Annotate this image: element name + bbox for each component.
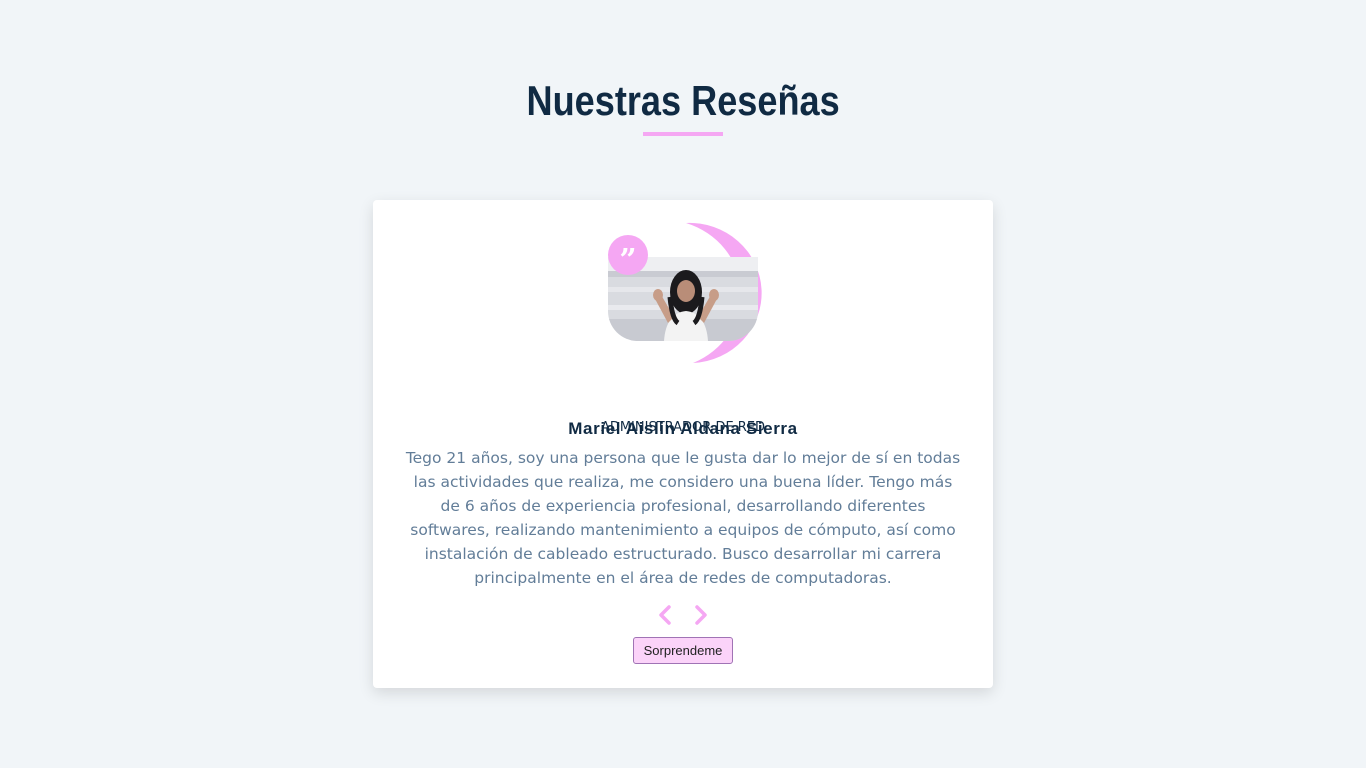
prev-button[interactable] — [655, 603, 675, 627]
page-title: Nuestras Reseñas — [526, 77, 840, 124]
review-text: Tego 21 años, soy una persona que le gus… — [405, 449, 961, 587]
chevron-left-icon — [659, 605, 671, 625]
review-job: ADMINISTRADOR DE RED — [600, 420, 766, 435]
quote-right-icon: ” — [608, 235, 648, 278]
random-button[interactable]: Sorprendeme — [633, 637, 733, 664]
title-underline — [643, 132, 723, 136]
section-title-wrap: Nuestras Reseñas — [0, 74, 1366, 128]
next-button[interactable] — [691, 603, 711, 627]
review-card: ” Mariel Aislin Aldana Sierra ADMINISTRA… — [373, 200, 993, 688]
chevron-right-icon — [695, 605, 707, 625]
person-image-container: ” — [608, 220, 768, 365]
